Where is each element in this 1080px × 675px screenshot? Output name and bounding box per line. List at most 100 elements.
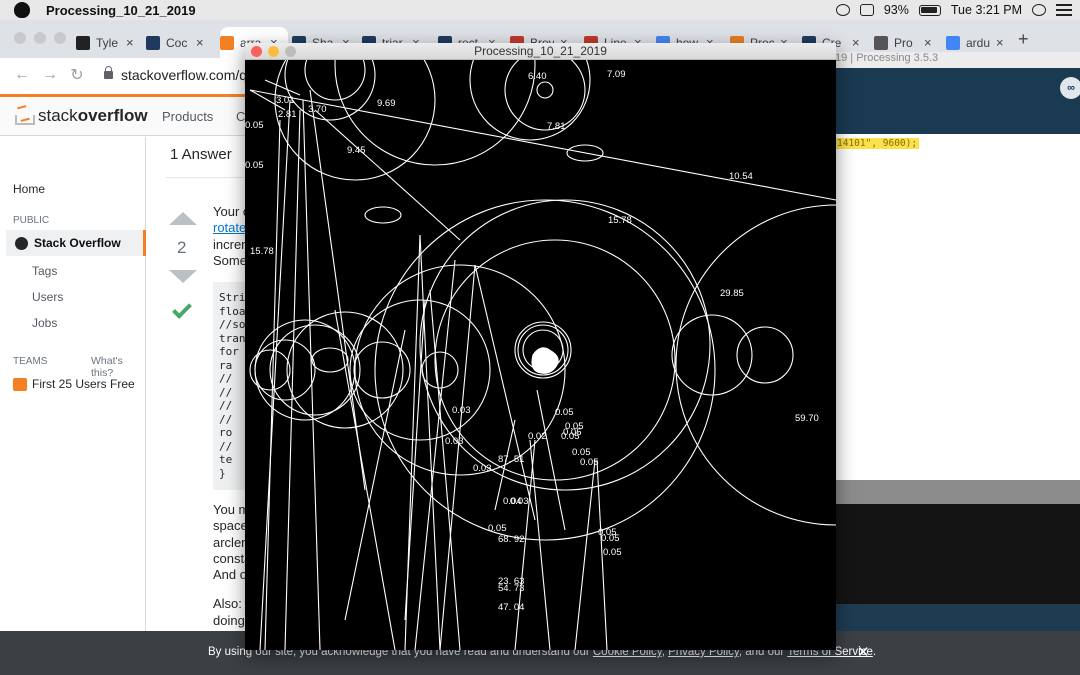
sketch-value-label: 87. 51 [498, 454, 524, 465]
sketch-value-label: 0.02 [528, 431, 547, 442]
new-tab-button[interactable]: + [1018, 29, 1029, 50]
sketch-circle [671, 314, 753, 396]
sidebar-item-stack-overflow[interactable]: Stack Overflow [6, 230, 146, 256]
sketch-value-label: 0.03 [445, 436, 464, 447]
code-line: ra [219, 358, 233, 372]
sketch-line [514, 439, 536, 650]
infinity-icon[interactable]: ∞ [1060, 77, 1080, 99]
tab-favicon-icon [76, 35, 90, 50]
ide-title-strip: 19 | Processing 3.5.3 [835, 52, 1080, 68]
maximize-window-button[interactable] [54, 32, 66, 44]
sketch-value-label: 29.85 [720, 288, 744, 299]
minimize-window-button[interactable] [268, 46, 279, 57]
upvote-arrow-icon[interactable] [169, 212, 197, 225]
sketch-value-label: 59.70 [795, 413, 819, 424]
tab-close-icon[interactable]: × [196, 35, 204, 50]
clock[interactable]: Tue 3:21 PM [951, 3, 1022, 17]
sketch-value-label: 9.45 [347, 145, 366, 156]
teams-whats-this-link[interactable]: What's this? [91, 355, 145, 379]
downvote-arrow-icon[interactable] [169, 270, 197, 283]
browser-tab[interactable]: Tyle × [76, 27, 140, 58]
sketch-value-label: 15.78 [250, 246, 274, 257]
tab-title: Coc [166, 35, 188, 50]
back-arrow-icon[interactable]: ← [14, 66, 30, 84]
sketch-value-label: 0.05 [245, 160, 264, 171]
processing-sketch-window[interactable]: Processing_10_21_2019 6.40 7.09 7.81 10.54 1… [245, 43, 836, 650]
address-bar[interactable]: stackoverflow.com/qu [121, 67, 255, 83]
close-window-button[interactable] [251, 46, 262, 57]
sketch-circle [353, 341, 411, 399]
minimize-window-button[interactable] [34, 32, 46, 44]
answer-text-line: space [213, 518, 248, 533]
sketch-line [314, 109, 461, 241]
sketch-title-bar[interactable]: Processing_10_21_2019 [245, 43, 836, 60]
close-window-button[interactable] [14, 32, 26, 44]
code-line: Stri [219, 291, 246, 304]
answer-text-line: Your c [213, 204, 250, 219]
sketch-ellipse [364, 206, 402, 224]
close-icon[interactable]: ✕ [857, 643, 870, 661]
reload-icon[interactable]: ↻ [70, 65, 84, 85]
sidebar-item-label: Stack Overflow [34, 236, 121, 250]
tab-favicon-icon [946, 35, 960, 50]
tab-close-icon[interactable]: × [126, 35, 134, 50]
sketch-line [264, 119, 281, 650]
sketch-value-label: 9.69 [377, 98, 396, 109]
sketch-circle [419, 199, 711, 491]
sketch-value-label: 3.70 [308, 104, 327, 115]
sketch-circle [349, 299, 491, 441]
notification-center-icon[interactable] [1056, 4, 1072, 16]
forward-arrow-icon[interactable]: → [42, 66, 58, 84]
battery-percent[interactable]: 93% [884, 3, 909, 17]
ide-editor[interactable] [835, 134, 1080, 480]
sidebar-item-jobs[interactable]: Jobs [32, 316, 57, 330]
products-menu[interactable]: Products [162, 109, 213, 124]
sketch-line [302, 99, 321, 650]
ide-console [835, 504, 1080, 604]
tab-close-icon[interactable]: × [924, 35, 932, 50]
answer-text-line: arclen [213, 535, 249, 550]
sidebar-item-tags[interactable]: Tags [32, 264, 57, 278]
maximize-window-button[interactable] [285, 46, 296, 57]
sketch-line [474, 264, 536, 521]
code-line: te [219, 453, 233, 466]
tab-close-icon[interactable]: × [996, 35, 1004, 50]
stackoverflow-logo[interactable]: stack overflow [14, 105, 148, 127]
sidebar-item-users[interactable]: Users [32, 290, 63, 304]
globe-icon [15, 236, 28, 250]
sketch-drawing: 6.40 7.09 7.81 10.54 15.78 15.78 29.85 59.70 9.4… [245, 60, 836, 650]
tab-favicon-icon [146, 35, 160, 50]
sketch-line [529, 439, 551, 650]
tab-favicon-icon [874, 35, 888, 50]
sketch-line [404, 299, 426, 621]
sketch-line [419, 234, 441, 650]
active-app-name[interactable]: Processing_10_21_2019 [46, 3, 196, 18]
sketch-circle [736, 326, 794, 384]
sketch-canvas[interactable]: 6.40 7.09 7.81 10.54 15.78 15.78 29.85 59.70 9.4… [245, 60, 836, 650]
wifi-icon[interactable] [835, 4, 850, 16]
sidebar-item-first-25-users[interactable]: First 25 Users Free [13, 377, 135, 391]
browser-tab[interactable]: Coc × [146, 27, 210, 58]
answer-link-rotate[interactable]: rotate [213, 220, 246, 235]
lock-icon[interactable] [104, 66, 113, 79]
sketch-value-label: 68. 92 [498, 534, 524, 545]
customers-menu[interactable]: C [236, 109, 245, 124]
code-line: } [219, 466, 226, 480]
battery-icon[interactable] [918, 4, 941, 16]
tab-close-icon[interactable]: × [852, 35, 860, 50]
code-line: for [219, 345, 239, 358]
answer-text-line: doing [213, 613, 245, 628]
sketch-value-label: 7.09 [607, 69, 626, 80]
spotlight-search-icon[interactable] [1032, 4, 1046, 16]
sketch-value-label: 47. 04 [498, 602, 524, 613]
ide-footer [835, 604, 1080, 631]
sketch-value-label: 0.03 [473, 463, 492, 474]
sidebar-item-home[interactable]: Home [13, 182, 45, 196]
code-line: tran [219, 331, 246, 345]
sketch-value-label: 0.05 [555, 407, 574, 418]
sketch-value-label: 7.81 [547, 121, 566, 132]
sketch-value-label: 0.05 [601, 533, 620, 544]
volume-icon[interactable] [859, 4, 874, 16]
sidebar-section-teams: TEAMS [13, 356, 48, 367]
apple-logo-icon[interactable] [14, 2, 30, 18]
